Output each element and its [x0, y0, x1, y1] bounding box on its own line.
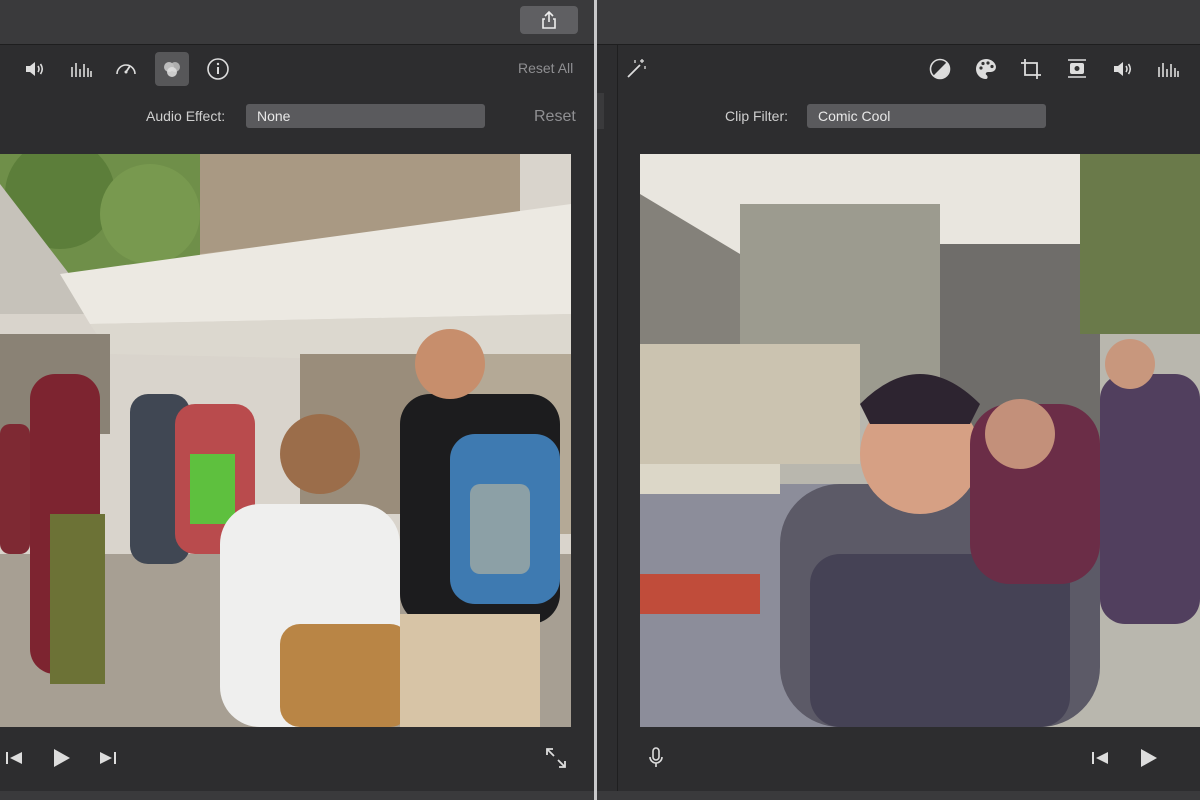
share-icon [542, 10, 556, 29]
skip-back-icon[interactable] [0, 744, 28, 772]
right-editor-pane: Clip Filter: Comic Cool [597, 0, 1200, 800]
left-editor-pane: Reset All Audio Effect: None Reset [0, 0, 594, 800]
panel-edge [597, 93, 604, 129]
volume-icon[interactable] [21, 55, 49, 83]
stabilization-camera-icon[interactable] [1063, 55, 1091, 83]
magic-wand-icon[interactable] [622, 55, 650, 83]
reset-all-button[interactable]: Reset All [518, 60, 573, 76]
volume-icon[interactable] [1109, 55, 1137, 83]
comic-filtered-photo [640, 154, 1200, 727]
audio-effect-label: Audio Effect: [146, 108, 226, 124]
fullscreen-icon[interactable] [542, 744, 570, 772]
top-bar [597, 0, 1200, 45]
bottom-strip [597, 791, 1200, 800]
bottom-strip [0, 791, 594, 800]
adjustment-toolbar [597, 45, 1200, 93]
info-icon[interactable] [204, 55, 232, 83]
skip-back-icon[interactable] [1086, 744, 1114, 772]
clip-filter-select[interactable]: Comic Cool [807, 104, 1046, 128]
source-clip-viewer [0, 154, 571, 727]
play-icon[interactable] [47, 744, 75, 772]
reset-button[interactable]: Reset [534, 108, 576, 126]
adjustment-toolbar: Reset All [0, 45, 594, 93]
audio-effect-select[interactable]: None [246, 104, 485, 128]
filtered-clip-viewer [640, 154, 1200, 727]
equalizer-icon[interactable] [67, 55, 95, 83]
color-balance-icon[interactable] [926, 55, 954, 83]
crop-icon[interactable] [1017, 55, 1045, 83]
speed-icon[interactable] [112, 55, 140, 83]
equalizer-icon[interactable] [1154, 55, 1182, 83]
color-palette-icon[interactable] [972, 55, 1000, 83]
microphone-icon[interactable] [642, 744, 670, 772]
share-button[interactable] [520, 6, 578, 34]
playback-controls [0, 735, 594, 783]
panel-separator [617, 45, 618, 791]
skip-forward-icon[interactable] [94, 744, 122, 772]
street-market-photo [0, 154, 571, 727]
playback-controls [597, 735, 1200, 783]
play-icon[interactable] [1134, 744, 1162, 772]
top-bar [0, 0, 594, 45]
color-filter-icon[interactable] [155, 52, 189, 86]
clip-filter-label: Clip Filter: [725, 108, 789, 124]
